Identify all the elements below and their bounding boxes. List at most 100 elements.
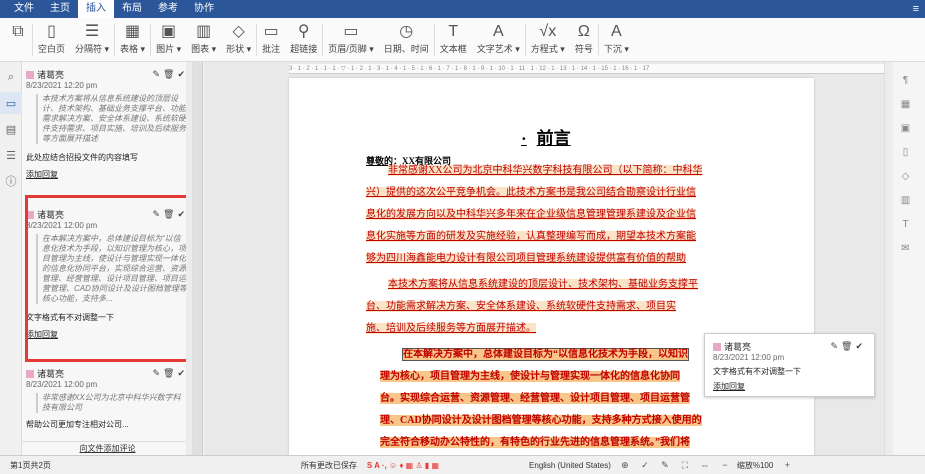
fit-page-icon[interactable]: ⛶ (679, 459, 691, 471)
ime-toolbar-icon[interactable]: S A ·, ☺ ♦ ▦ ♙ ▮ ▦ (367, 461, 439, 470)
date-time-button[interactable]: ◷ 日期、时间 (384, 18, 429, 62)
search-icon[interactable]: ⌕ (0, 66, 22, 88)
blank-page-icon: ▯ (47, 23, 56, 40)
text-line: 息化的发展方向以及中科华兴多年来在企业级信息管理管理系建设及企业信 (366, 209, 696, 220)
horizontal-ruler[interactable]: 3 · 1 · 2 · 1 · 1 · 1 · ▽ · 1 · 2 · 1 · … (289, 64, 884, 74)
add-reply-link[interactable]: 添加回复 (26, 169, 188, 180)
comment-text: 此处应结合招投文件的内容填写 (26, 153, 138, 162)
text-line: 理为核心，项目管理为主线，使设计与管理实现一体化的信息化协同 (380, 371, 680, 382)
text-line: 台。实现综合运营、资源管理、经营管理、设计项目管理、项目运营管 (380, 393, 690, 404)
page-title: · 前言 (521, 129, 571, 148)
divider (322, 24, 324, 56)
comment-icon: ▭ (263, 23, 279, 40)
image-button[interactable]: ▣ 图片 ▾ (156, 18, 181, 62)
blank-page-button[interactable]: ▯ 空白页 (38, 18, 65, 62)
equation-icon: √x (539, 23, 557, 40)
chart-button[interactable]: ▥ 图表 ▾ (191, 18, 216, 62)
menu-collaborate[interactable]: 协作 (186, 0, 222, 18)
header-footer-label: 页眉/页脚 ▾ (328, 44, 374, 54)
header-footer-icon: ▭ (343, 23, 359, 40)
menu-insert[interactable]: 插入 (78, 0, 114, 18)
text-art-button[interactable]: A 文字艺术 ▾ (477, 18, 520, 62)
text-line: 息化实施等方面的研发及实施经验，认真整理编写而成，期望本技术方案能 (366, 231, 696, 242)
comment-actions[interactable]: ✎🗑✔ (152, 368, 188, 379)
add-comment-to-file-link[interactable]: 向文件添加评论 (22, 441, 192, 455)
text-art-icon: A (492, 23, 504, 40)
hyperlink-label: 超链接 (290, 44, 318, 54)
comment-author: 诸葛亮 (37, 70, 65, 80)
menu-layout[interactable]: 布局 (114, 0, 150, 18)
text-line: 够为四川海鑫能电力设计有限公司项目管理系统建设提供富有价值的帮助 (366, 253, 686, 264)
delete-icon[interactable]: 🗑 (163, 69, 177, 79)
comment-date: 8/23/2021 12:00 pm (26, 380, 98, 389)
fit-width-icon[interactable]: ⇔ (699, 459, 711, 471)
symbol-button[interactable]: Ω 符号 (575, 18, 593, 62)
comment-card[interactable]: 诸葛亮 ✎🗑✔ 8/23/2021 12:00 pm 非常感谢XX公司为北京中科… (26, 367, 188, 430)
hyperlink-button[interactable]: ⚲ 超链接 (290, 18, 317, 62)
menu-home[interactable]: 主页 (42, 0, 78, 18)
popup-add-reply[interactable]: 添加回复 (713, 381, 866, 392)
textbox-button[interactable]: T 文本框 (440, 18, 467, 62)
comment-actions[interactable]: ✎🗑✔ (152, 69, 188, 80)
paragraph-goal: 在本解决方案中，总体建设目标为“以信息化技术为手段，以知识 理为核心，项目管理为… (366, 344, 736, 454)
text-line: 非常感谢XX公司为北京中科华兴数字科技有限公司（以下简称：中科华 (388, 165, 703, 176)
chat-icon[interactable]: ▤ (0, 118, 22, 140)
page-count: 第1页共2页 (10, 460, 51, 470)
equation-label: 方程式 ▾ (530, 44, 565, 54)
right-sidebar: ¶ ▦ ▣ ▯ ◇ ▥ T ✉ (884, 62, 925, 455)
vertical-ruler (193, 62, 203, 455)
zoom-out-icon[interactable]: − (719, 459, 731, 471)
title-text: 前言 (536, 129, 571, 148)
dropcap-button[interactable]: A 下沉 ▾ (604, 18, 629, 62)
comment-button[interactable]: ▭ 批注 (262, 18, 280, 62)
menu-file[interactable]: 文件 (6, 0, 42, 18)
page-break-button[interactable]: ☰ 分隔符 ▾ (75, 18, 109, 62)
chart-label: 图表 ▾ (191, 44, 217, 54)
language-selector[interactable]: English (United States) (529, 461, 611, 470)
document-page[interactable]: · 前言 尊敬的：XX有限公司 非常感谢XX公司为北京中科华兴数字科技有限公司（以… (289, 78, 814, 455)
left-sidebar: ⌕ ▭ ▤ ☰ ⓘ (0, 62, 22, 455)
popup-actions[interactable]: ✎🗑✔ (830, 341, 866, 352)
shape-icon: ◇ (232, 23, 245, 40)
globe-icon[interactable]: ⊕ (619, 459, 631, 471)
paragraph-scope: 本技术方案将从信息系统建设的顶层设计、技术架构、基础业务支撑平 台、功能需求解决… (366, 274, 736, 340)
edit-icon[interactable]: ✎ (152, 69, 163, 79)
edit-icon[interactable]: ✎ (152, 368, 163, 378)
comment-popup[interactable]: 诸葛亮 ✎🗑✔ 8/23/2021 12:00 pm 文字格式有不对调整一下 添… (704, 333, 875, 397)
navigation-icon[interactable]: ☰ (0, 144, 22, 166)
spellcheck-icon[interactable]: ✓ (639, 459, 651, 471)
chart-icon: ▥ (196, 23, 212, 40)
info-icon[interactable]: ⓘ (0, 170, 22, 192)
comments-scrollbar[interactable] (186, 62, 192, 455)
equation-button[interactable]: √x 方程式 ▾ (531, 18, 565, 62)
dropcap-label: 下沉 ▾ (603, 44, 629, 54)
comment-quote: 非常感谢XX公司为北京中科华兴数字科技有限公司 (36, 393, 188, 413)
menu-references[interactable]: 参考 (150, 0, 186, 18)
popup-date: 8/23/2021 12:00 pm (713, 353, 785, 362)
delete-icon[interactable]: 🗑 (841, 341, 855, 351)
edit-icon[interactable]: ✎ (830, 341, 841, 351)
popup-text: 文字格式有不对调整一下 (713, 367, 801, 376)
paragraph-intro: 非常感谢XX公司为北京中科华兴数字科技有限公司（以下简称：中科华 兴）提供的这次… (366, 160, 736, 270)
track-changes-icon[interactable]: ✎ (659, 459, 671, 471)
document-scrollbar[interactable] (885, 62, 893, 455)
selected-comment-highlight (25, 195, 191, 362)
status-bar: 第1页共2页 所有更改已保存 S A ·, ☺ ♦ ▦ ♙ ▮ ▦ Englis… (0, 455, 925, 474)
resolve-icon[interactable]: ✔ (855, 341, 866, 351)
hamburger-menu-icon[interactable]: ≡ (913, 3, 919, 15)
page-break-label: 分隔符 ▾ (75, 44, 110, 54)
zoom-in-icon[interactable]: + (781, 459, 793, 471)
comment-date: 8/23/2021 12:20 pm (26, 81, 98, 90)
insert-ribbon: ⧉ ▯ 空白页 ☰ 分隔符 ▾ ▦ 表格 ▾ ▣ 图片 ▾ ▥ 图表 ▾ ◇ 形状 ▾ ▭ 批… (0, 18, 925, 62)
delete-icon[interactable]: 🗑 (163, 368, 177, 378)
shape-button[interactable]: ◇ 形状 ▾ (226, 18, 251, 62)
text-line: 在本解决方案中，总体建设目标为“以信息化技术为手段，以知识 (402, 348, 689, 361)
divider (256, 24, 258, 56)
header-footer-button[interactable]: ▭ 页眉/页脚 ▾ (328, 18, 374, 62)
table-button[interactable]: ▦ 表格 ▾ (120, 18, 145, 62)
comments-panel-icon[interactable]: ▭ (0, 92, 22, 114)
avatar (26, 369, 34, 378)
comment-card[interactable]: 诸葛亮 ✎🗑✔ 8/23/2021 12:20 pm 本技术方案将从信息系统建设… (26, 68, 188, 180)
copy-button[interactable]: ⧉ (9, 18, 27, 62)
comment-quote: 本技术方案将从信息系统建设的顶层设计、技术架构、基础业务支撑平台、功能需求解决方… (36, 94, 188, 144)
